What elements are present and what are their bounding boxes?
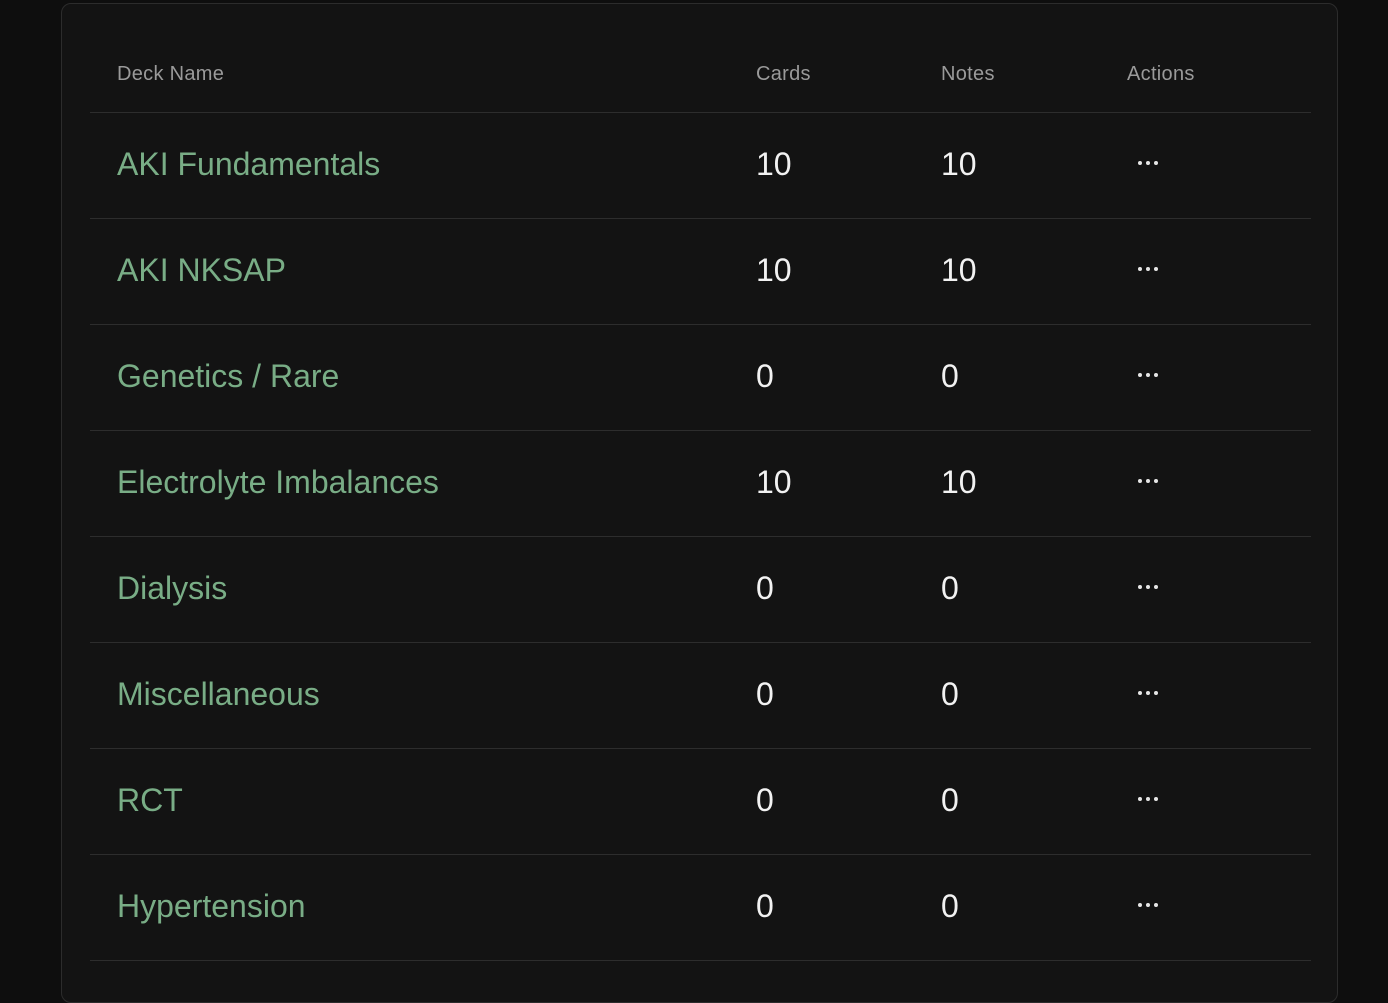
cards-count: 10 (756, 464, 792, 500)
cards-count: 0 (756, 358, 774, 394)
header-notes: Notes (941, 63, 995, 85)
table-row: AKI Fundamentals 10 10 (90, 113, 1311, 219)
deck-name-link[interactable]: Miscellaneous (117, 676, 320, 713)
header-cards: Cards (756, 63, 811, 85)
deck-name-link[interactable]: AKI Fundamentals (117, 146, 380, 183)
cards-count: 0 (756, 782, 774, 818)
table-row: Miscellaneous 0 0 (90, 643, 1311, 749)
deck-name-link[interactable]: Hypertension (117, 888, 306, 925)
deck-name-link[interactable]: Genetics / Rare (117, 358, 339, 395)
notes-count: 10 (941, 464, 977, 500)
notes-count: 0 (941, 358, 959, 394)
table-row: AKI NKSAP 10 10 (90, 219, 1311, 325)
notes-count: 0 (941, 676, 959, 712)
deck-name-link[interactable]: Dialysis (117, 570, 227, 607)
cards-count: 0 (756, 570, 774, 606)
cards-count: 0 (756, 888, 774, 924)
more-horizontal-icon[interactable] (1130, 679, 1166, 707)
more-horizontal-icon[interactable] (1130, 573, 1166, 601)
more-horizontal-icon[interactable] (1130, 149, 1166, 177)
header-actions: Actions (1127, 63, 1195, 85)
notes-count: 0 (941, 782, 959, 818)
more-horizontal-icon[interactable] (1130, 785, 1166, 813)
cards-count: 10 (756, 146, 792, 182)
more-horizontal-icon[interactable] (1130, 361, 1166, 389)
more-horizontal-icon[interactable] (1130, 255, 1166, 283)
notes-count: 10 (941, 252, 977, 288)
decks-panel: Deck Name Cards Notes Actions AKI Fundam… (61, 3, 1338, 1003)
table-row: Dialysis 0 0 (90, 537, 1311, 643)
cards-count: 10 (756, 252, 792, 288)
deck-name-link[interactable]: AKI NKSAP (117, 252, 286, 289)
deck-name-link[interactable]: Electrolyte Imbalances (117, 464, 439, 501)
decks-table: Deck Name Cards Notes Actions AKI Fundam… (90, 4, 1311, 961)
notes-count: 0 (941, 570, 959, 606)
more-horizontal-icon[interactable] (1130, 467, 1166, 495)
cards-count: 0 (756, 676, 774, 712)
table-row: Hypertension 0 0 (90, 855, 1311, 961)
table-row: RCT 0 0 (90, 749, 1311, 855)
table-row: Genetics / Rare 0 0 (90, 325, 1311, 431)
deck-name-link[interactable]: RCT (117, 782, 183, 819)
header-deck-name: Deck Name (117, 63, 225, 85)
table-header: Deck Name Cards Notes Actions (90, 4, 1311, 113)
table-row: Electrolyte Imbalances 10 10 (90, 431, 1311, 537)
more-horizontal-icon[interactable] (1130, 891, 1166, 919)
notes-count: 0 (941, 888, 959, 924)
notes-count: 10 (941, 146, 977, 182)
